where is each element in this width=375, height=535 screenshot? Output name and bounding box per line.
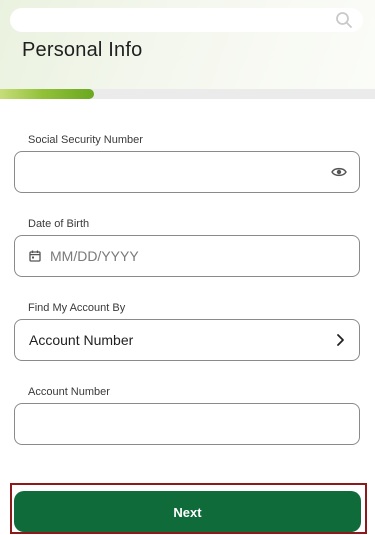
- chevron-right-icon: [337, 334, 344, 346]
- ssn-label: Social Security Number: [28, 134, 143, 146]
- eye-icon[interactable]: [331, 165, 347, 179]
- progress-bar: [0, 89, 375, 99]
- page-title: Personal Info: [22, 39, 143, 61]
- next-button[interactable]: Next: [14, 491, 361, 532]
- dob-placeholder: MM/DD/YYYY: [50, 248, 139, 264]
- account-number-label: Account Number: [28, 386, 110, 398]
- account-number-field[interactable]: [14, 403, 360, 445]
- ssn-field[interactable]: [14, 151, 360, 193]
- search-bar[interactable]: [10, 8, 363, 32]
- dob-field[interactable]: MM/DD/YYYY: [14, 235, 360, 277]
- find-by-label: Find My Account By: [28, 302, 126, 314]
- find-by-selector[interactable]: Account Number: [14, 319, 360, 361]
- search-icon[interactable]: [335, 11, 353, 29]
- header: Personal Info: [0, 0, 375, 90]
- calendar-icon: [29, 250, 41, 262]
- find-by-value: Account Number: [29, 332, 134, 348]
- progress-fill: [0, 89, 94, 99]
- dob-label: Date of Birth: [28, 218, 90, 230]
- personal-info-screen: Personal Info Social Security Number Dat…: [0, 0, 375, 535]
